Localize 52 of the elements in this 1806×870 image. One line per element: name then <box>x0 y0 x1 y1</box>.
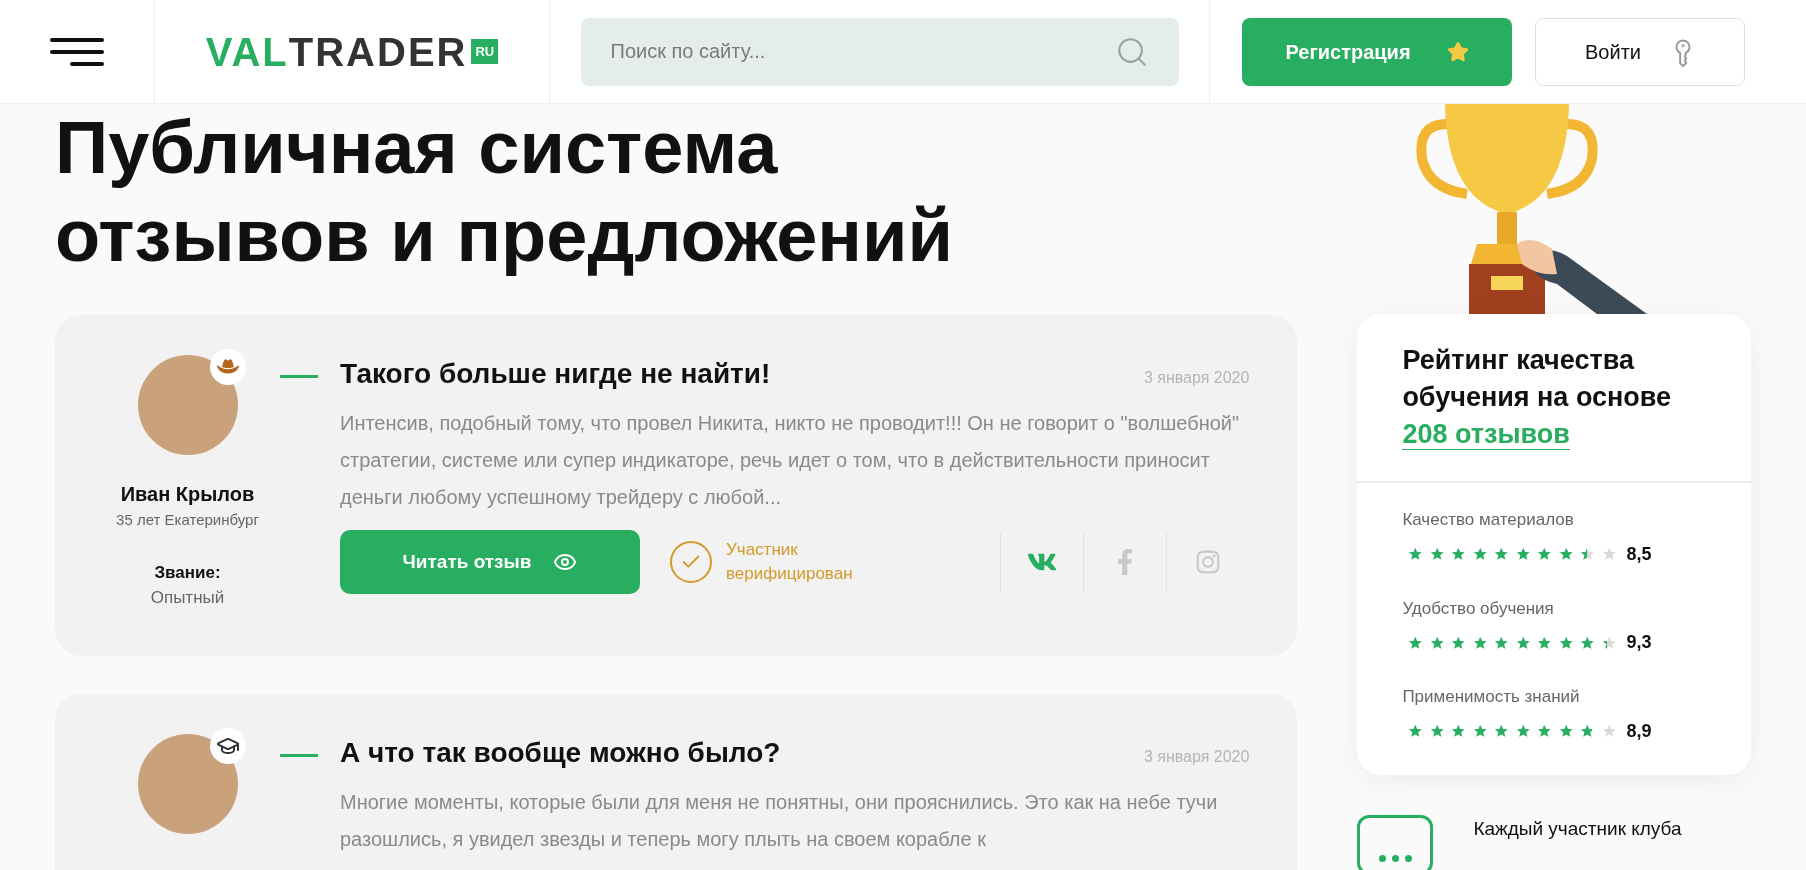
review-title: Такого больше нигде не найти! <box>340 357 771 391</box>
rank-value: Опытный <box>150 587 225 609</box>
accent-dash <box>280 753 318 757</box>
search-field[interactable]: Поиск по сайту... <box>580 17 1179 86</box>
author-details: 35 лет Екатеринбург <box>116 510 259 530</box>
chat-icon <box>1357 814 1434 870</box>
star-icon <box>1515 545 1531 563</box>
rank-label: Звание: <box>154 561 221 584</box>
star-icon <box>1601 722 1617 740</box>
star-icon <box>1580 545 1595 563</box>
reviews-link[interactable]: 208 отзывов <box>1402 419 1570 450</box>
menu-icon[interactable] <box>50 37 104 66</box>
star-icon <box>1429 545 1445 563</box>
review-date: 3 января 2020 <box>1143 746 1250 767</box>
criterion-label: Применимость знаний <box>1402 686 1581 708</box>
criterion-label: Качество материалов <box>1402 509 1575 531</box>
club-text: Каждый участник клуба <box>1473 816 1682 841</box>
review-text: Интенсив, подобный тому, что провел Никита, никто не проводит!!! Он не говорит о "волшебной" стратегии, системе или супер индикаторе, речь идет о том, что в действительности приносит деньги любому успешному трейдеру с любой... <box>340 411 1241 510</box>
star-icon <box>1601 545 1617 563</box>
star-icon <box>1429 722 1445 740</box>
graduation-cap-icon <box>209 727 246 764</box>
review-date: 3 января 2020 <box>1143 368 1250 388</box>
hat-icon <box>209 349 246 385</box>
criterion-score: 8,5 <box>1626 542 1652 566</box>
star-icon <box>1446 40 1469 63</box>
star-icon <box>1472 545 1488 563</box>
criterion-score: 9,3 <box>1626 631 1652 654</box>
review-text: Многие моменты, которые были для меня не понятны, они прояснились. Это как на небе тучи разошлись, я увидел звезды и теперь могу плыть на своем корабле к <box>340 789 1219 852</box>
star-icon <box>1515 722 1531 740</box>
criterion-label: Удобство обучения <box>1402 597 1555 620</box>
author-name: Иван Крылов <box>120 482 255 507</box>
criterion-score: 8,9 <box>1626 719 1652 743</box>
rating-heading: Рейтинг качества обучения на основе 208 отзывов <box>1357 314 1751 483</box>
star-icon <box>1408 722 1423 740</box>
star-icon <box>1558 545 1574 563</box>
register-button[interactable]: Регистрация <box>1242 17 1512 86</box>
login-button[interactable]: Войти <box>1535 17 1745 86</box>
star-icon <box>1494 545 1509 563</box>
star-icon <box>1537 545 1552 563</box>
star-icon <box>1472 722 1488 740</box>
star-icon <box>1558 722 1574 740</box>
page-title: Публичная система отзывов и предложений <box>55 105 954 279</box>
read-review-button[interactable]: Читать отзыв <box>340 530 640 594</box>
star-icon <box>1580 722 1595 740</box>
star-icon <box>1408 545 1423 563</box>
verified-label: Участник верифицирован <box>726 539 854 585</box>
star-icon <box>1537 722 1552 740</box>
star-icon <box>1494 722 1509 740</box>
star-icon <box>1451 545 1466 563</box>
star-icon <box>1451 722 1466 740</box>
review-title: А что так вообще можно было? <box>340 735 781 770</box>
accent-dash <box>280 375 318 378</box>
